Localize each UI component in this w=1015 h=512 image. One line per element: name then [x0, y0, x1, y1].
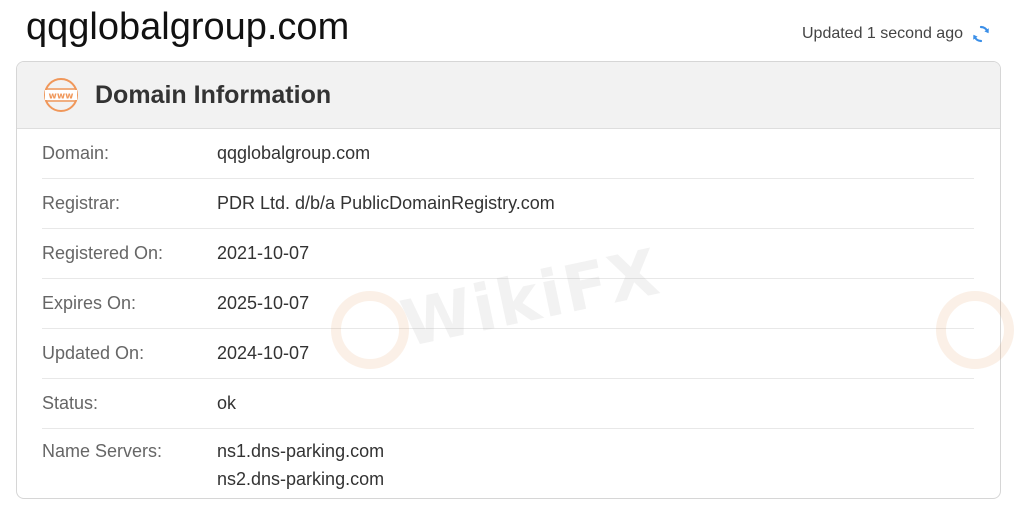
row-value: ok — [217, 393, 237, 413]
updated-text: Updated 1 second ago — [801, 25, 963, 42]
row-domain: Domain: qqglobalgroup.com — [42, 129, 974, 179]
row-name-servers: Name Servers: ns1.dns-parking.com ns2.dn… — [42, 429, 974, 493]
name-server-item: ns2.dns-parking.com — [217, 469, 385, 489]
domain-information-card: www Domain Information Domain: qqglobalg… — [16, 61, 1001, 499]
www-icon-text: www — [49, 92, 74, 102]
row-value: PDR Ltd. d/b/a PublicDomainRegistry.com — [217, 193, 555, 213]
updated-status: Updated 1 second ago — [802, 22, 991, 46]
row-value: 2025-10-07 — [217, 293, 310, 313]
row-label: Expires On: — [42, 293, 137, 313]
row-label: Registrar: — [42, 193, 121, 213]
row-label: Status: — [42, 393, 99, 413]
name-server-list: ns1.dns-parking.com ns2.dns-parking.com — [217, 437, 384, 493]
row-label: Name Servers: — [42, 441, 163, 461]
row-label: Updated On: — [42, 343, 145, 363]
page-header: qqglobalgroup.com Updated 1 second ago — [0, 0, 1015, 60]
card-header: www Domain Information — [17, 62, 1000, 129]
page-title: qqglobalgroup.com — [26, 6, 350, 48]
row-value: 2021-10-07 — [217, 243, 310, 263]
row-label: Domain: — [42, 143, 110, 163]
row-updated-on: Updated On: 2024-10-07 — [42, 329, 974, 379]
row-value: 2024-10-07 — [217, 343, 310, 363]
name-server-item: ns1.dns-parking.com — [217, 441, 385, 461]
row-status: Status: ok — [42, 379, 974, 429]
row-expires-on: Expires On: 2025-10-07 — [42, 279, 974, 329]
row-value: qqglobalgroup.com — [217, 143, 371, 163]
card-title: Domain Information — [95, 80, 332, 109]
row-registered-on: Registered On: 2021-10-07 — [42, 229, 974, 279]
row-registrar: Registrar: PDR Ltd. d/b/a PublicDomainRe… — [42, 179, 974, 229]
refresh-icon[interactable] — [971, 24, 991, 44]
row-label: Registered On: — [42, 243, 164, 263]
info-rows: Domain: qqglobalgroup.com Registrar: PDR… — [17, 129, 1000, 493]
www-icon: www — [43, 77, 79, 113]
